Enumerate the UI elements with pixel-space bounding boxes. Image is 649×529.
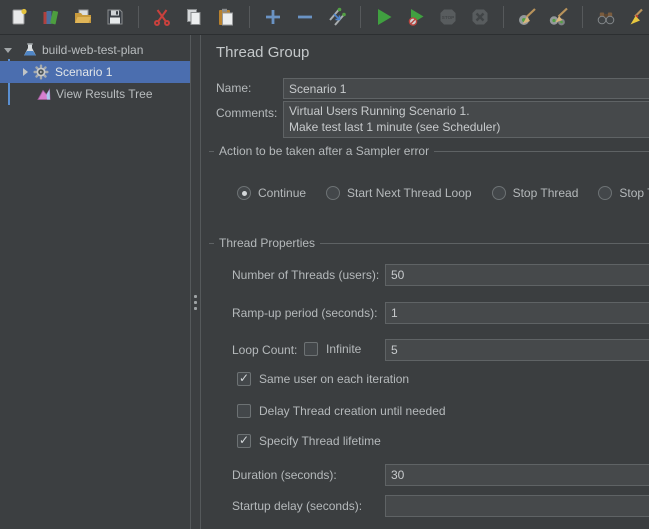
same-user-checkbox-item[interactable]: Same user on each iteration bbox=[237, 371, 409, 387]
paste-icon[interactable] bbox=[214, 5, 238, 29]
start-no-pauses-icon[interactable] bbox=[404, 5, 428, 29]
sampler-error-group: Action to be taken after a Sampler error bbox=[209, 144, 649, 158]
expand-arrow-icon[interactable] bbox=[4, 48, 12, 53]
stop-icon: STOP bbox=[436, 5, 460, 29]
search-icon[interactable] bbox=[594, 5, 618, 29]
test-plan-tree: build-web-test-plan Scenario 1 View Resu… bbox=[0, 35, 190, 529]
jmeter-window: STOP ? 00:00:00 bbox=[0, 0, 649, 529]
new-file-icon[interactable] bbox=[7, 5, 31, 29]
tree-item-view-results-tree[interactable]: View Results Tree bbox=[0, 83, 190, 105]
tree-item-thread-group[interactable]: Scenario 1 bbox=[0, 61, 190, 83]
ramp-up-label: Ramp-up period (seconds): bbox=[232, 302, 377, 324]
specify-lifetime-label: Specify Thread lifetime bbox=[259, 434, 381, 448]
splitter-grip-icon[interactable] bbox=[194, 295, 197, 310]
specify-lifetime-checkbox[interactable] bbox=[237, 434, 251, 448]
clear-all-icon[interactable] bbox=[547, 5, 571, 29]
radio-start-next-thread-loop[interactable]: Start Next Thread Loop bbox=[326, 186, 472, 200]
delay-thread-label: Delay Thread creation until needed bbox=[259, 404, 446, 418]
infinite-checkbox-item[interactable]: Infinite bbox=[304, 342, 361, 356]
same-user-checkbox[interactable] bbox=[237, 372, 251, 386]
infinite-label: Infinite bbox=[326, 342, 361, 356]
radio-icon[interactable] bbox=[326, 186, 340, 200]
thread-group-panel: Thread Group Name: Comments: Virtual Use… bbox=[201, 35, 649, 529]
radio-label: Stop Thread bbox=[513, 186, 579, 200]
startup-delay-row: Startup delay (seconds): bbox=[232, 495, 649, 517]
radio-label: Start Next Thread Loop bbox=[347, 186, 472, 200]
toolbar-separator bbox=[582, 6, 583, 28]
radio-label: Stop Test bbox=[619, 186, 649, 200]
collapse-arrow-icon[interactable] bbox=[23, 68, 28, 76]
radio-icon[interactable] bbox=[492, 186, 506, 200]
num-threads-row: Number of Threads (users): bbox=[232, 264, 649, 286]
loop-count-input[interactable] bbox=[385, 339, 649, 361]
specify-lifetime-checkbox-item[interactable]: Specify Thread lifetime bbox=[237, 433, 381, 449]
startup-delay-label: Startup delay (seconds): bbox=[232, 495, 362, 517]
start-icon[interactable] bbox=[372, 5, 396, 29]
tree-item-label[interactable]: build-web-test-plan bbox=[42, 43, 143, 57]
tree-item-test-plan[interactable]: build-web-test-plan bbox=[0, 39, 190, 61]
thread-group-icon bbox=[33, 64, 49, 80]
templates-icon[interactable] bbox=[39, 5, 63, 29]
name-label: Name: bbox=[216, 78, 251, 99]
ramp-up-input[interactable] bbox=[385, 302, 649, 324]
toolbar-separator bbox=[360, 6, 361, 28]
copy-icon[interactable] bbox=[182, 5, 206, 29]
sampler-error-options: Continue Start Next Thread Loop Stop Thr… bbox=[237, 185, 649, 201]
comments-input[interactable]: Virtual Users Running Scenario 1. Make t… bbox=[283, 101, 649, 138]
num-threads-input[interactable] bbox=[385, 264, 649, 286]
tree-item-label[interactable]: View Results Tree bbox=[56, 87, 153, 101]
toolbar-separator bbox=[249, 6, 250, 28]
radio-continue[interactable]: Continue bbox=[237, 186, 306, 200]
open-file-icon[interactable] bbox=[71, 5, 95, 29]
sampler-error-group-title: Action to be taken after a Sampler error bbox=[214, 144, 434, 158]
shutdown-icon bbox=[468, 5, 492, 29]
radio-label: Continue bbox=[258, 186, 306, 200]
comments-row: Comments: Virtual Users Running Scenario… bbox=[216, 101, 649, 138]
radio-stop-thread[interactable]: Stop Thread bbox=[492, 186, 579, 200]
duration-row: Duration (seconds): bbox=[232, 464, 649, 486]
thread-properties-group-title: Thread Properties bbox=[214, 236, 320, 250]
loop-count-label: Loop Count: bbox=[232, 339, 297, 361]
startup-delay-input[interactable] bbox=[385, 495, 649, 517]
radio-icon[interactable] bbox=[598, 186, 612, 200]
results-tree-icon bbox=[36, 86, 52, 102]
loop-count-row: Loop Count: Infinite bbox=[232, 339, 649, 361]
radio-stop-test[interactable]: Stop Test bbox=[598, 186, 649, 200]
ramp-up-row: Ramp-up period (seconds): bbox=[232, 302, 649, 324]
infinite-checkbox[interactable] bbox=[304, 342, 318, 356]
test-plan-icon bbox=[22, 42, 38, 58]
page-title: Thread Group bbox=[216, 44, 309, 61]
toggle-icon[interactable] bbox=[325, 5, 349, 29]
tree-item-label[interactable]: Scenario 1 bbox=[55, 65, 112, 79]
panel-splitter[interactable] bbox=[190, 35, 201, 529]
delay-thread-checkbox-item[interactable]: Delay Thread creation until needed bbox=[237, 403, 446, 419]
toolbar-separator bbox=[503, 6, 504, 28]
name-row: Name: bbox=[216, 78, 649, 99]
delay-thread-checkbox[interactable] bbox=[237, 404, 251, 418]
toolbar-separator bbox=[138, 6, 139, 28]
name-input[interactable] bbox=[283, 78, 649, 99]
reset-search-icon[interactable] bbox=[626, 5, 649, 29]
num-threads-label: Number of Threads (users): bbox=[232, 264, 379, 286]
duration-label: Duration (seconds): bbox=[232, 464, 337, 486]
add-icon[interactable] bbox=[261, 5, 285, 29]
remove-icon[interactable] bbox=[293, 5, 317, 29]
clear-icon[interactable] bbox=[515, 5, 539, 29]
duration-input[interactable] bbox=[385, 464, 649, 486]
same-user-label: Same user on each iteration bbox=[259, 372, 409, 386]
radio-icon[interactable] bbox=[237, 186, 251, 200]
save-icon[interactable] bbox=[103, 5, 127, 29]
svg-text:STOP: STOP bbox=[442, 15, 454, 20]
thread-properties-group: Thread Properties bbox=[209, 236, 649, 250]
cut-icon[interactable] bbox=[150, 5, 174, 29]
comments-label: Comments: bbox=[216, 106, 277, 120]
toolbar: STOP ? 00:00:00 bbox=[0, 0, 649, 35]
